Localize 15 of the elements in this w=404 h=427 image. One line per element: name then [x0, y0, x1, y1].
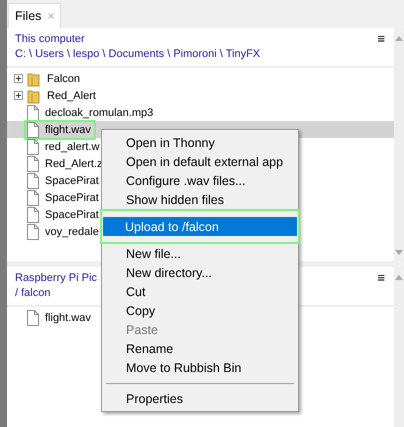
file-name: Falcon — [46, 72, 82, 84]
file-name: flight.wav — [44, 312, 92, 324]
location-title: Raspberry Pi Pic — [15, 271, 97, 286]
file-name: decloak_romulan.mp3 — [44, 106, 154, 118]
location-title: This computer — [15, 32, 85, 47]
file-name: Red_Alert.z — [44, 158, 104, 170]
file-name: SpacePirat — [44, 174, 100, 186]
file-name: red_alert.w — [44, 140, 100, 152]
file-name: SpacePirat — [44, 192, 100, 204]
file-name: SpacePirat — [44, 208, 100, 220]
location-path: / falcon — [15, 286, 50, 301]
file-name: flight.wav — [44, 124, 92, 136]
file-name: Red_Alert — [46, 90, 97, 102]
file-name: voy_redale — [44, 226, 100, 238]
location-path: C: \ Users \ lespo \ Documents \ Pimoroni \ TinyFX — [15, 47, 260, 62]
